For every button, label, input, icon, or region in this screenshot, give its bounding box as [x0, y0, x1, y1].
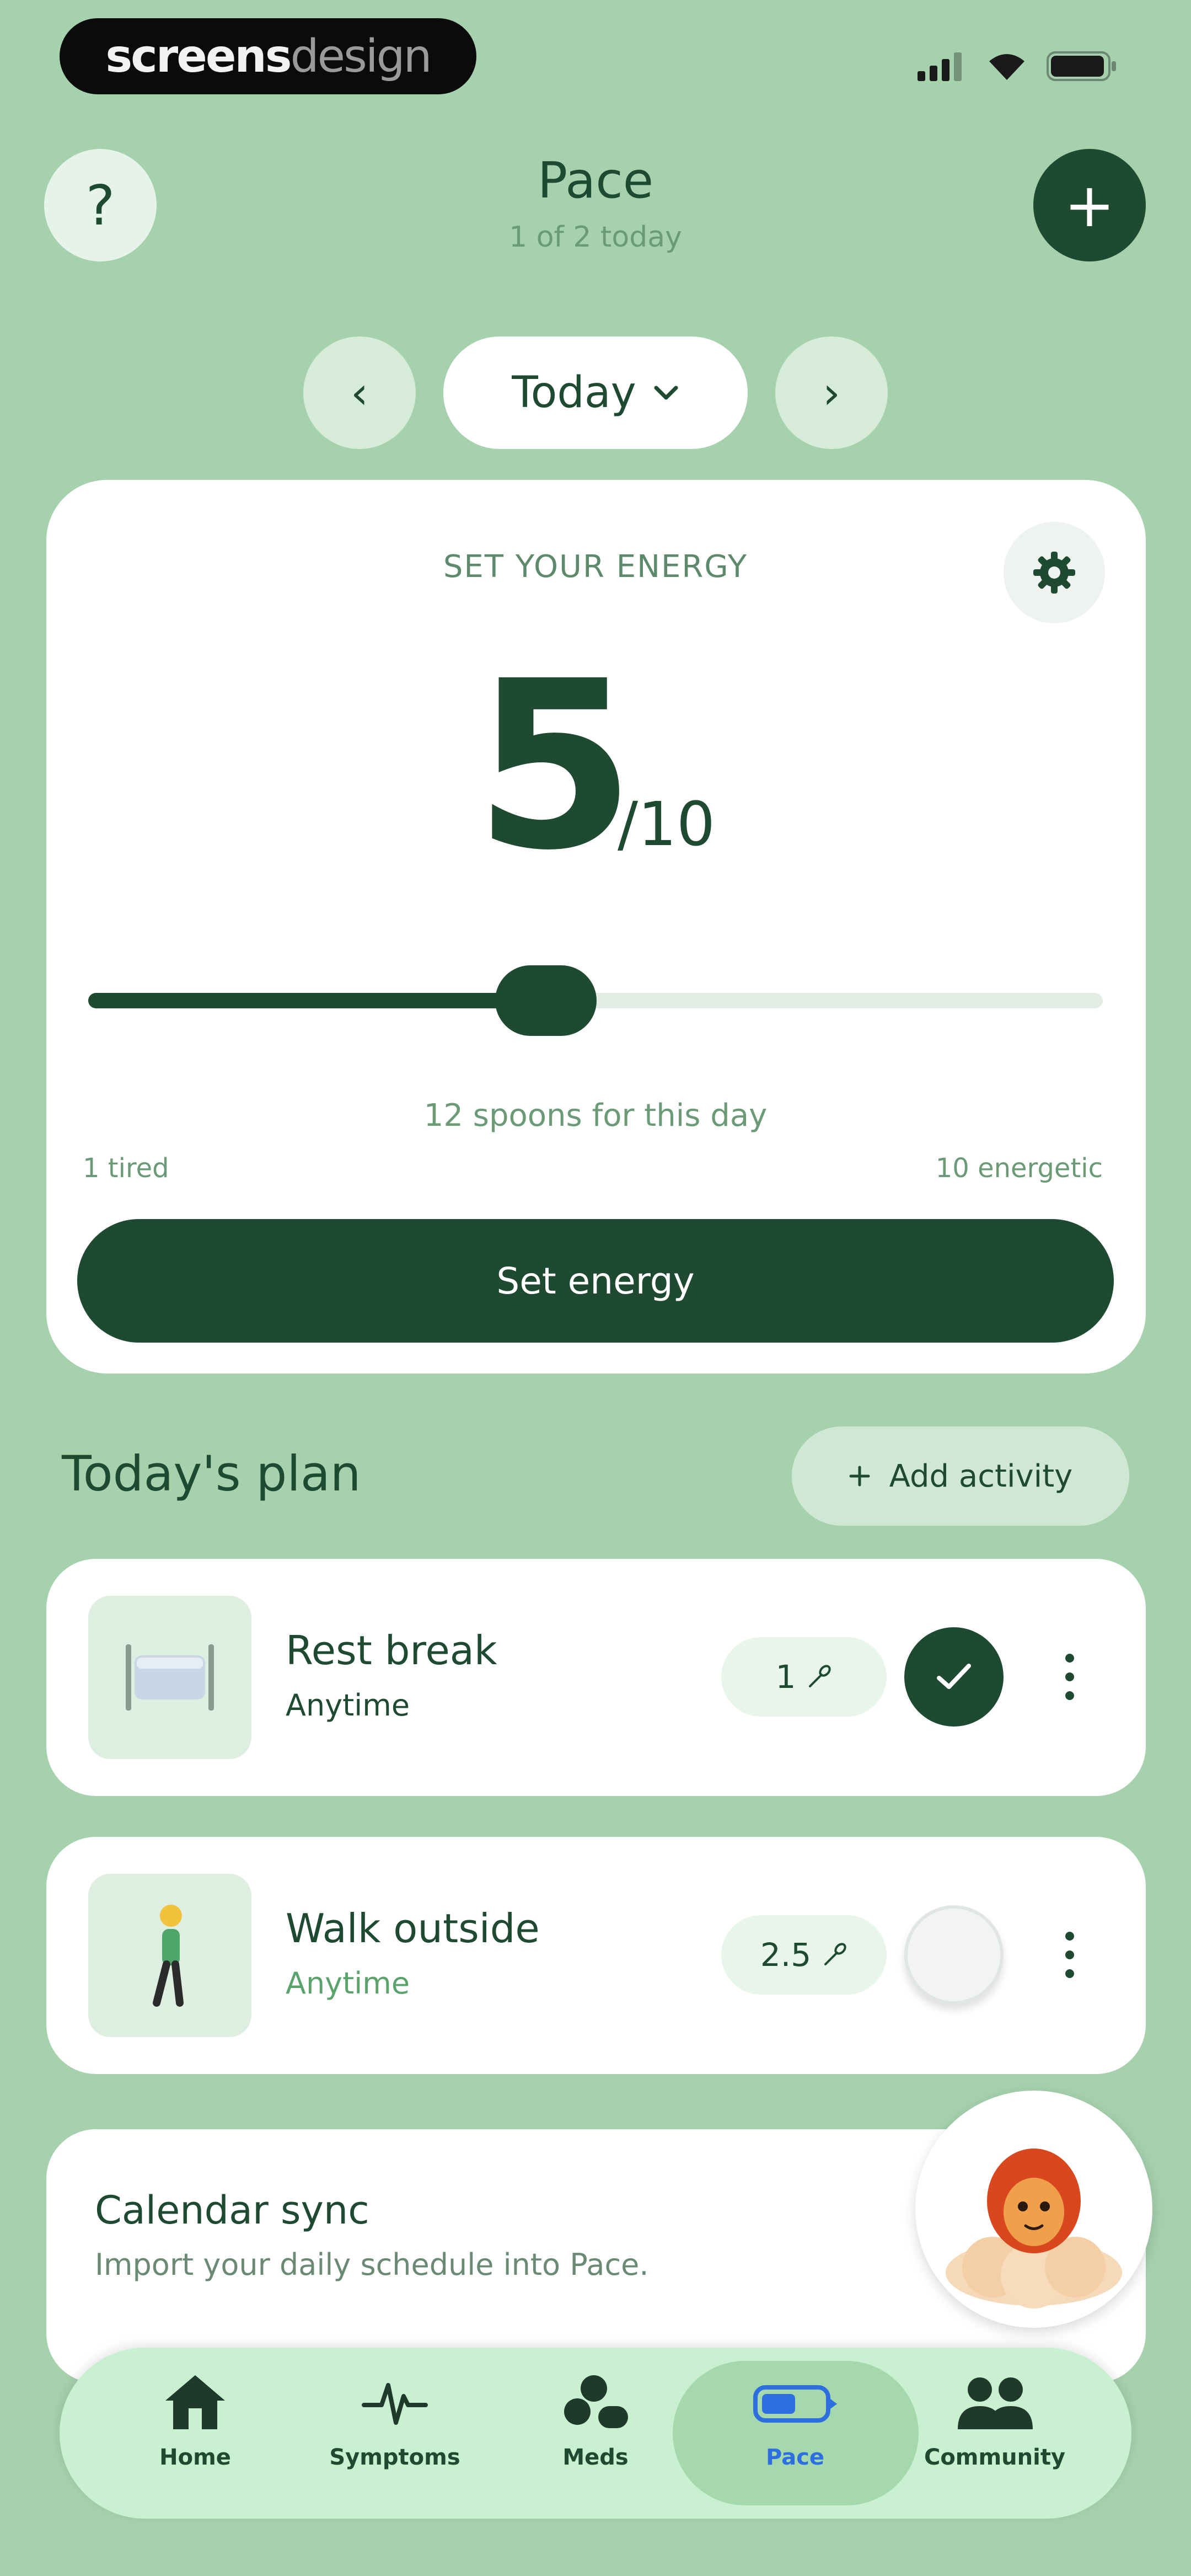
walk-outside-image: [88, 1874, 251, 2037]
spoon-cost-value: 2.5: [760, 1936, 812, 1974]
spoon-cost-badge: 1: [721, 1637, 887, 1717]
tab-home[interactable]: Home: [112, 2372, 278, 2493]
home-icon: [165, 2375, 225, 2429]
spoon-icon: [824, 1943, 846, 1965]
signal-icon: [918, 52, 962, 81]
pills-icon: [564, 2375, 628, 2428]
walking-person-icon: [153, 1905, 184, 2007]
chevron-down-icon: [654, 386, 678, 400]
status-icons: [918, 50, 1118, 83]
add-activity-label: Add activity: [889, 1458, 1073, 1494]
activity-name: Rest break: [286, 1627, 497, 1674]
tab-community-label: Community: [924, 2445, 1066, 2470]
spoons-count-text: 12 spoons for this day: [423, 1098, 768, 1134]
mascot-avatar-icon: [946, 2149, 1122, 2308]
assistant-mascot-button[interactable]: [915, 2091, 1152, 2328]
activity-complete-toggle[interactable]: [904, 1905, 1004, 2005]
wifi-icon: [989, 54, 1024, 80]
activity-time: Anytime: [286, 1688, 410, 1723]
brand-text-part2: design: [290, 30, 432, 83]
energy-slider-fill: [88, 993, 551, 1008]
bed-icon: [126, 1644, 214, 1711]
calendar-sync-title: Calendar sync: [95, 2188, 369, 2233]
slider-min-label: 1 tired: [83, 1153, 169, 1184]
rest-break-image: [88, 1596, 251, 1759]
tab-home-label: Home: [159, 2445, 231, 2470]
spoon-cost-value: 1: [775, 1658, 796, 1696]
spoon-cost-badge: 2.5: [721, 1915, 887, 1995]
slider-max-label: 10 energetic: [935, 1153, 1103, 1184]
tab-pace-label: Pace: [765, 2445, 825, 2470]
brand-text-part1: screens: [105, 30, 292, 83]
heartbeat-icon: [362, 2383, 428, 2425]
check-icon: [937, 1664, 971, 1689]
page-subtitle: 1 of 2 today: [509, 221, 682, 254]
activity-complete-toggle[interactable]: [904, 1627, 1004, 1727]
tab-symptoms[interactable]: Symptoms: [312, 2372, 478, 2493]
page-title: Pace: [537, 152, 654, 210]
activity-time: Anytime: [286, 1966, 410, 2001]
tab-meds-label: Meds: [562, 2445, 629, 2470]
chevron-right-icon: ›: [823, 367, 840, 419]
plus-icon: +: [1064, 170, 1115, 241]
battery-status-icon: [1047, 51, 1116, 81]
date-selector[interactable]: Today: [443, 336, 748, 449]
add-button[interactable]: +: [1033, 149, 1146, 261]
energy-value: 5: [474, 632, 636, 901]
more-options-button[interactable]: [1048, 1911, 1092, 1999]
add-activity-button[interactable]: Add activity: [792, 1426, 1129, 1526]
next-day-button[interactable]: ›: [775, 336, 888, 449]
battery-icon: [753, 2385, 837, 2423]
tab-community[interactable]: Community: [912, 2372, 1077, 2493]
plus-icon: [849, 1466, 870, 1487]
tab-symptoms-label: Symptoms: [329, 2445, 460, 2470]
activity-name: Walk outside: [286, 1905, 540, 1952]
energy-max: /10: [618, 789, 716, 859]
tab-pace[interactable]: Pace: [712, 2372, 878, 2493]
people-icon: [958, 2377, 1033, 2429]
spoon-icon: [809, 1665, 831, 1687]
date-label: Today: [512, 368, 636, 418]
energy-slider-thumb[interactable]: [495, 965, 597, 1036]
previous-day-button[interactable]: ‹: [303, 336, 416, 449]
plan-section-title: Today's plan: [62, 1445, 361, 1502]
set-energy-button[interactable]: Set energy: [77, 1219, 1114, 1343]
chevron-left-icon: ‹: [351, 367, 368, 419]
brand-watermark: screens design: [60, 18, 476, 94]
tab-meds[interactable]: Meds: [513, 2372, 678, 2493]
more-options-button[interactable]: [1048, 1633, 1092, 1721]
gear-icon: [1033, 552, 1075, 594]
calendar-sync-subtitle: Import your daily schedule into Pace.: [95, 2247, 649, 2282]
energy-settings-button[interactable]: [1004, 522, 1105, 623]
